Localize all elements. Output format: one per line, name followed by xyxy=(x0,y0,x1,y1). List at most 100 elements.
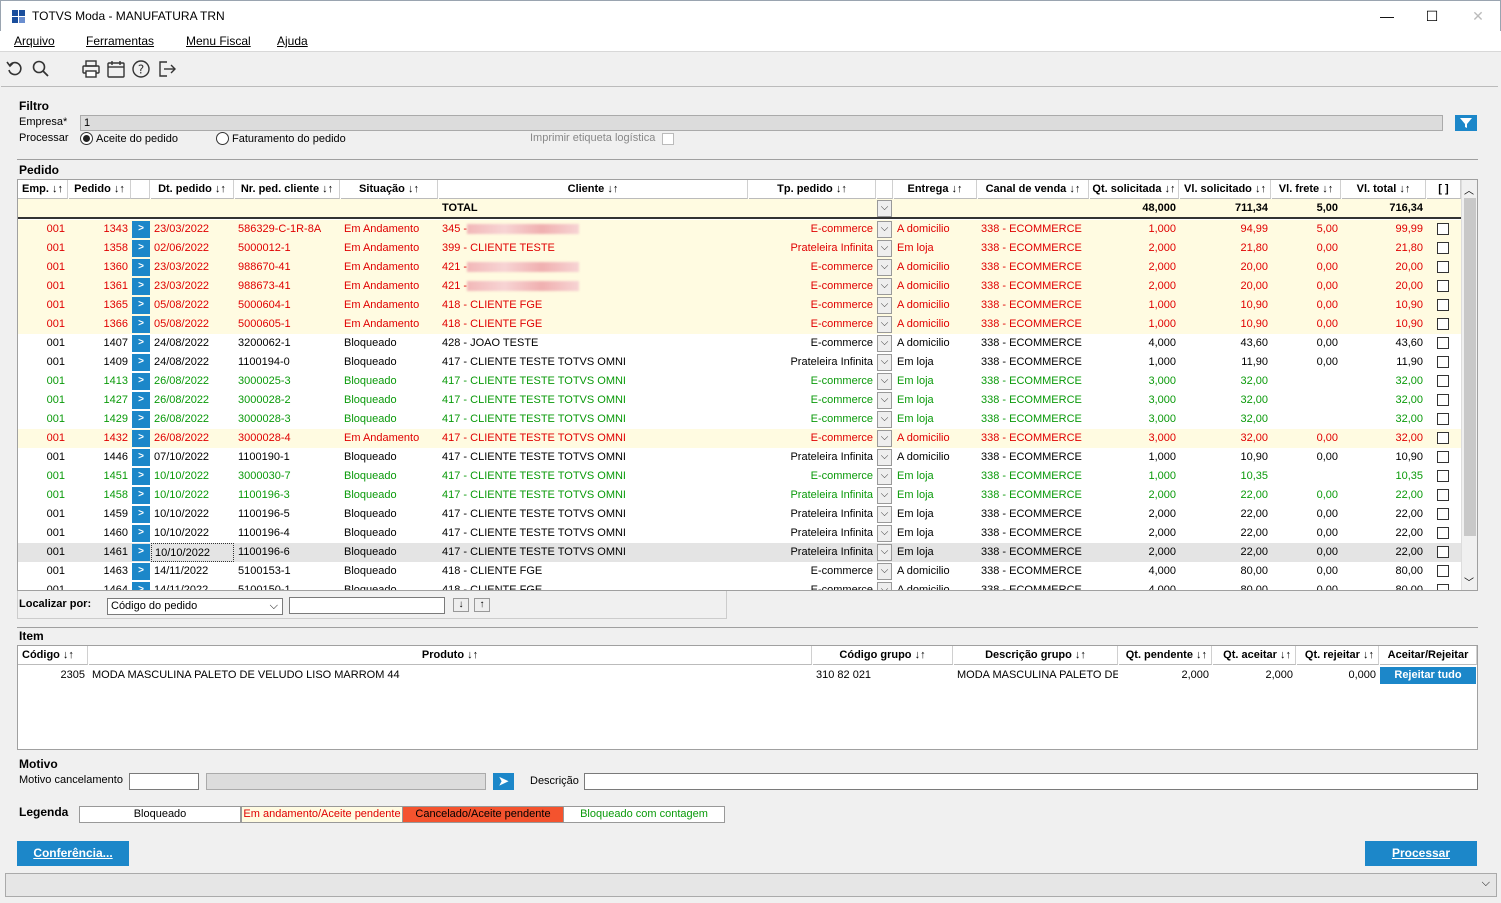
col-header[interactable]: Entrega ↓↑ xyxy=(894,180,977,199)
chevron-down-icon[interactable]: ⌵ xyxy=(877,259,892,276)
print-icon[interactable] xyxy=(81,59,101,79)
table-row[interactable]: 001 1451 10/10/2022 3000030-7 Bloqueado 417 -… xyxy=(18,467,1461,486)
vertical-scrollbar[interactable]: ︿ ﹀ xyxy=(1461,180,1477,590)
sort-up-icon[interactable]: ↑ xyxy=(474,598,490,612)
open-pedido-button[interactable]: > xyxy=(132,316,150,333)
open-pedido-button[interactable]: > xyxy=(132,278,150,295)
item-col-header[interactable]: Produto ↓↑ xyxy=(89,646,812,665)
item-col-header[interactable]: Código grupo ↓↑ xyxy=(813,646,953,665)
chevron-down-icon[interactable]: ⌵ xyxy=(877,430,892,447)
menu-ajuda[interactable]: Ajuda xyxy=(277,34,308,48)
row-checkbox[interactable] xyxy=(1437,584,1449,590)
rejeitar-tudo-button[interactable]: Rejeitar tudo xyxy=(1380,667,1476,684)
row-checkbox[interactable] xyxy=(1437,508,1449,520)
search-icon[interactable] xyxy=(31,59,51,79)
row-checkbox[interactable] xyxy=(1437,223,1449,235)
col-header[interactable]: Vl. frete ↓↑ xyxy=(1272,180,1341,199)
open-pedido-button[interactable]: > xyxy=(132,297,150,314)
chevron-down-icon[interactable]: ⌵ xyxy=(877,200,892,217)
open-pedido-button[interactable]: > xyxy=(132,259,150,276)
table-row[interactable]: 001 1461 10/10/2022 1100196-6 Bloqueado 417 -… xyxy=(18,543,1461,562)
row-checkbox[interactable] xyxy=(1437,261,1449,273)
table-row[interactable]: 001 1361 23/03/2022 988673-41 Em Andamento 42… xyxy=(18,277,1461,296)
radio-aceite[interactable] xyxy=(80,132,93,145)
item-row[interactable]: 2305 MODA MASCULINA PALETO DE VELUDO LISO… xyxy=(18,666,1477,685)
row-checkbox[interactable] xyxy=(1437,565,1449,577)
scroll-down-icon[interactable]: ﹀ xyxy=(1464,574,1474,589)
chevron-down-icon[interactable]: ⌵ xyxy=(877,392,892,409)
chevron-down-icon[interactable]: ⌵ xyxy=(877,525,892,542)
col-header[interactable] xyxy=(131,180,150,199)
radio-faturamento[interactable] xyxy=(216,132,229,145)
sort-down-icon[interactable]: ↓ xyxy=(453,598,469,612)
col-header[interactable]: Tp. pedido ↓↑ xyxy=(749,180,876,199)
row-checkbox[interactable] xyxy=(1437,242,1449,254)
chevron-down-icon[interactable]: ⌵ xyxy=(877,411,892,428)
open-pedido-button[interactable]: > xyxy=(132,449,150,466)
refresh-icon[interactable] xyxy=(5,59,25,79)
table-row[interactable]: 001 1365 05/08/2022 5000604-1 Em Andamento 41… xyxy=(18,296,1461,315)
table-row[interactable]: 001 1407 24/08/2022 3200062-1 Bloqueado 428 -… xyxy=(18,334,1461,353)
table-row[interactable]: 001 1458 10/10/2022 1100196-3 Bloqueado 417 -… xyxy=(18,486,1461,505)
table-row[interactable]: 001 1360 23/03/2022 988670-41 Em Andamento 42… xyxy=(18,258,1461,277)
imprimir-checkbox[interactable] xyxy=(662,133,674,145)
item-col-header[interactable]: Qt. aceitar ↓↑ xyxy=(1213,646,1296,665)
row-checkbox[interactable] xyxy=(1437,451,1449,463)
item-col-header[interactable]: Aceitar/Rejeitar xyxy=(1380,646,1477,665)
col-header[interactable]: Situação ↓↑ xyxy=(341,180,438,199)
row-checkbox[interactable] xyxy=(1437,413,1449,425)
open-pedido-button[interactable]: > xyxy=(132,430,150,447)
help-icon[interactable]: ? xyxy=(131,59,151,79)
table-row[interactable]: 001 1432 26/08/2022 3000028-4 Em Andamento 41… xyxy=(18,429,1461,448)
open-pedido-button[interactable]: > xyxy=(132,373,150,390)
row-checkbox[interactable] xyxy=(1437,546,1449,558)
scroll-up-icon[interactable]: ︿ xyxy=(1464,182,1474,197)
table-row[interactable]: 001 1427 26/08/2022 3000028-2 Bloqueado 417 -… xyxy=(18,391,1461,410)
chevron-down-icon[interactable]: ⌵ xyxy=(877,506,892,523)
open-pedido-button[interactable]: > xyxy=(132,335,150,352)
chevron-down-icon[interactable]: ⌵ xyxy=(877,278,892,295)
chevron-down-icon[interactable]: ⌵ xyxy=(877,373,892,390)
menu-ferramentas[interactable]: Ferramentas xyxy=(86,34,154,48)
filter-button[interactable] xyxy=(1455,115,1477,131)
col-header[interactable]: Nr. ped. cliente ↓↑ xyxy=(235,180,340,199)
item-col-header[interactable]: Descrição grupo ↓↑ xyxy=(954,646,1118,665)
row-checkbox[interactable] xyxy=(1437,337,1449,349)
open-pedido-button[interactable]: > xyxy=(132,221,150,238)
menu-arquivo[interactable]: Arquivo xyxy=(14,34,55,48)
item-col-header[interactable]: Código ↓↑ xyxy=(18,646,88,665)
maximize-button[interactable]: ☐ xyxy=(1409,5,1455,27)
empresa-input[interactable]: 1 xyxy=(80,115,1443,131)
col-header[interactable]: Dt. pedido ↓↑ xyxy=(151,180,234,199)
row-checkbox[interactable] xyxy=(1437,394,1449,406)
col-header[interactable]: [ ] xyxy=(1427,180,1461,199)
descricao-input[interactable] xyxy=(584,773,1478,790)
calendar-icon[interactable] xyxy=(106,59,126,79)
open-pedido-button[interactable]: > xyxy=(132,392,150,409)
row-checkbox[interactable] xyxy=(1437,489,1449,501)
chevron-down-icon[interactable]: ⌵ xyxy=(877,449,892,466)
motivo-code-input[interactable] xyxy=(129,773,199,790)
row-checkbox[interactable] xyxy=(1437,470,1449,482)
close-button[interactable]: ✕ xyxy=(1455,5,1501,27)
row-checkbox[interactable] xyxy=(1437,280,1449,292)
open-pedido-button[interactable]: > xyxy=(132,582,150,590)
chevron-down-icon[interactable]: ⌵ xyxy=(877,316,892,333)
col-header[interactable]: Vl. solicitado ↓↑ xyxy=(1180,180,1271,199)
chevron-down-icon[interactable]: ⌵ xyxy=(877,354,892,371)
chevron-down-icon[interactable]: ⌵ xyxy=(877,563,892,580)
table-row[interactable]: 001 1413 26/08/2022 3000025-3 Bloqueado 417 -… xyxy=(18,372,1461,391)
chevron-down-icon[interactable]: ⌵ xyxy=(877,240,892,257)
table-row[interactable]: 001 1366 05/08/2022 5000605-1 Em Andamento 41… xyxy=(18,315,1461,334)
col-header[interactable] xyxy=(877,180,893,199)
open-pedido-button[interactable]: > xyxy=(132,411,150,428)
localizar-select[interactable]: Código do pedido ⌵ xyxy=(107,598,283,615)
chevron-down-icon[interactable]: ⌵ xyxy=(877,221,892,238)
table-row[interactable]: 001 1409 24/08/2022 1100194-0 Bloqueado 417 -… xyxy=(18,353,1461,372)
chevron-down-icon[interactable]: ⌵ xyxy=(877,468,892,485)
open-pedido-button[interactable]: > xyxy=(132,544,150,561)
minimize-button[interactable]: — xyxy=(1364,5,1410,27)
scroll-thumb[interactable] xyxy=(1464,198,1476,536)
row-checkbox[interactable] xyxy=(1437,527,1449,539)
table-row[interactable]: 001 1459 10/10/2022 1100196-5 Bloqueado 417 -… xyxy=(18,505,1461,524)
